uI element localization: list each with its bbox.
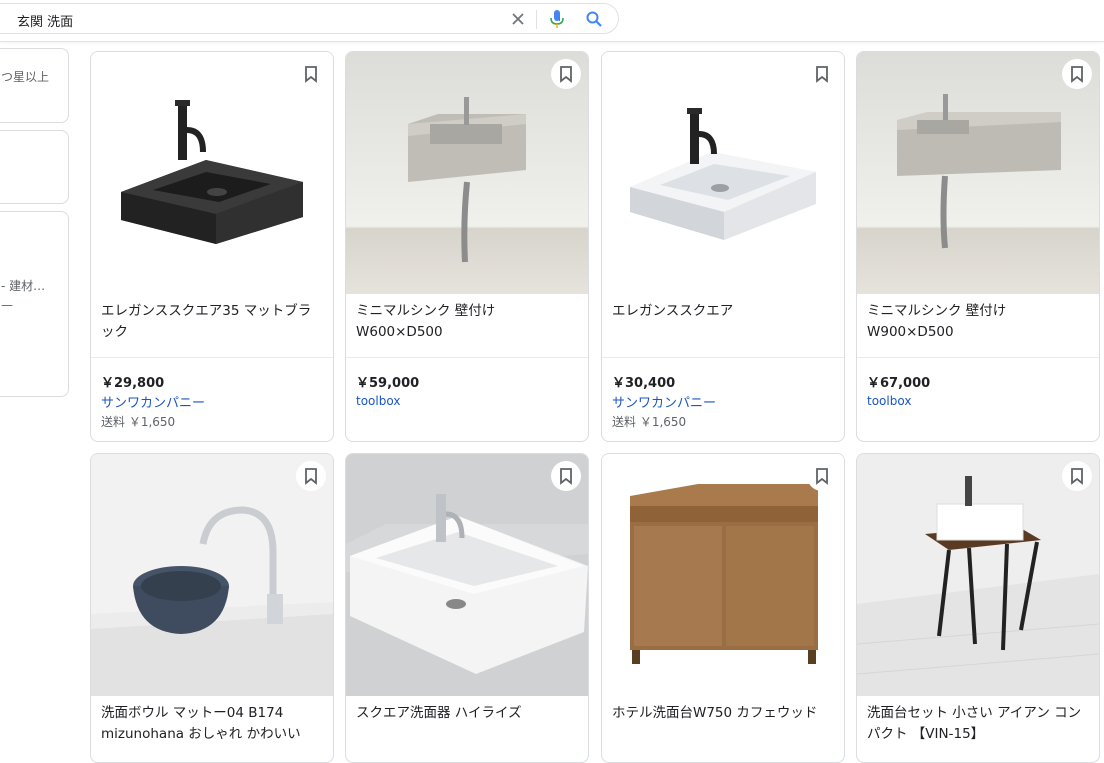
product-image[interactable]	[602, 52, 844, 294]
filter-card[interactable]: - 建材… —	[0, 211, 69, 397]
close-icon[interactable]	[509, 10, 527, 28]
product-title[interactable]: 洗面台セット 小さい アイアン コンパクト 【VIN-15】	[867, 703, 1089, 745]
product-card[interactable]: エレガンススクエア ￥30,400 サンワカンパニー 送料 ￥1,650	[601, 51, 845, 442]
search-icon[interactable]	[585, 10, 603, 28]
bookmark-button[interactable]	[296, 461, 326, 491]
divider	[91, 357, 333, 358]
product-title[interactable]: ミニマルシンク 壁付け W600×D500	[356, 301, 578, 343]
product-title[interactable]: スクエア洗面器 ハイライズ	[356, 703, 578, 724]
product-title[interactable]: 洗面ボウル マットー04 B174 mizunohana おしゃれ かわいい	[101, 703, 323, 745]
bookmark-button[interactable]	[1062, 461, 1092, 491]
product-image[interactable]	[602, 454, 844, 696]
bookmark-icon	[560, 468, 572, 485]
filter-label: - 建材…	[1, 279, 46, 293]
microphone-icon[interactable]	[548, 9, 566, 29]
filter-card[interactable]	[0, 130, 69, 204]
filter-label: つ星以上	[1, 70, 50, 84]
product-card[interactable]: 洗面ボウル マットー04 B174 mizunohana おしゃれ かわいい	[90, 453, 334, 763]
product-title[interactable]: ホテル洗面台W750 カフェウッド	[612, 703, 834, 724]
divider	[857, 357, 1099, 358]
seller-link[interactable]: サンワカンパニー	[612, 392, 716, 411]
shipping-cost: 送料 ￥1,650	[101, 415, 176, 429]
product-price: ￥59,000	[356, 376, 420, 391]
bookmark-icon	[560, 66, 572, 83]
bookmark-button[interactable]	[551, 461, 581, 491]
product-price: ￥29,800	[101, 376, 165, 391]
product-card[interactable]: エレガンススクエア35 マットブラック ￥29,800 サンワカンパニー 送料 …	[90, 51, 334, 442]
bookmark-button[interactable]	[551, 59, 581, 89]
bookmark-icon	[1071, 66, 1083, 83]
product-card[interactable]: ミニマルシンク 壁付け W900×D500 ￥67,000 toolbox	[856, 51, 1100, 442]
bookmark-button[interactable]	[296, 59, 326, 89]
bookmark-icon	[305, 468, 317, 485]
product-image[interactable]	[346, 52, 588, 294]
product-price: ￥30,400	[612, 376, 676, 391]
seller-link[interactable]: サンワカンパニー	[101, 392, 205, 411]
bookmark-button[interactable]	[1062, 59, 1092, 89]
bookmark-icon	[1071, 468, 1083, 485]
bookmark-icon	[816, 468, 828, 485]
product-image[interactable]	[91, 454, 333, 696]
search-input[interactable]: 玄関 洗面	[17, 11, 73, 30]
filter-card[interactable]: つ星以上	[0, 48, 69, 123]
bookmark-icon	[305, 66, 317, 83]
product-card[interactable]: スクエア洗面器 ハイライズ	[345, 453, 589, 763]
product-card[interactable]: 洗面台セット 小さい アイアン コンパクト 【VIN-15】	[856, 453, 1100, 763]
bookmark-icon	[816, 66, 828, 83]
divider	[346, 357, 588, 358]
bookmark-button[interactable]	[807, 461, 837, 491]
product-image[interactable]	[857, 454, 1099, 696]
product-image[interactable]	[91, 52, 333, 294]
product-title[interactable]: エレガンススクエア	[612, 301, 834, 322]
divider	[536, 10, 537, 29]
divider	[602, 357, 844, 358]
product-image[interactable]	[346, 454, 588, 696]
dash-mark: —	[1, 298, 13, 312]
seller-link[interactable]: toolbox	[356, 394, 400, 408]
bookmark-button[interactable]	[807, 59, 837, 89]
product-card[interactable]: ミニマルシンク 壁付け W600×D500 ￥59,000 toolbox	[345, 51, 589, 442]
product-card[interactable]: ホテル洗面台W750 カフェウッド	[601, 453, 845, 763]
product-title[interactable]: エレガンススクエア35 マットブラック	[101, 301, 323, 343]
shipping-cost: 送料 ￥1,650	[612, 415, 687, 429]
seller-link[interactable]: toolbox	[867, 394, 911, 408]
product-title[interactable]: ミニマルシンク 壁付け W900×D500	[867, 301, 1089, 343]
top-bar: 玄関 洗面	[0, 0, 1104, 42]
search-box[interactable]: 玄関 洗面	[0, 3, 619, 34]
product-price: ￥67,000	[867, 376, 931, 391]
product-image[interactable]	[857, 52, 1099, 294]
